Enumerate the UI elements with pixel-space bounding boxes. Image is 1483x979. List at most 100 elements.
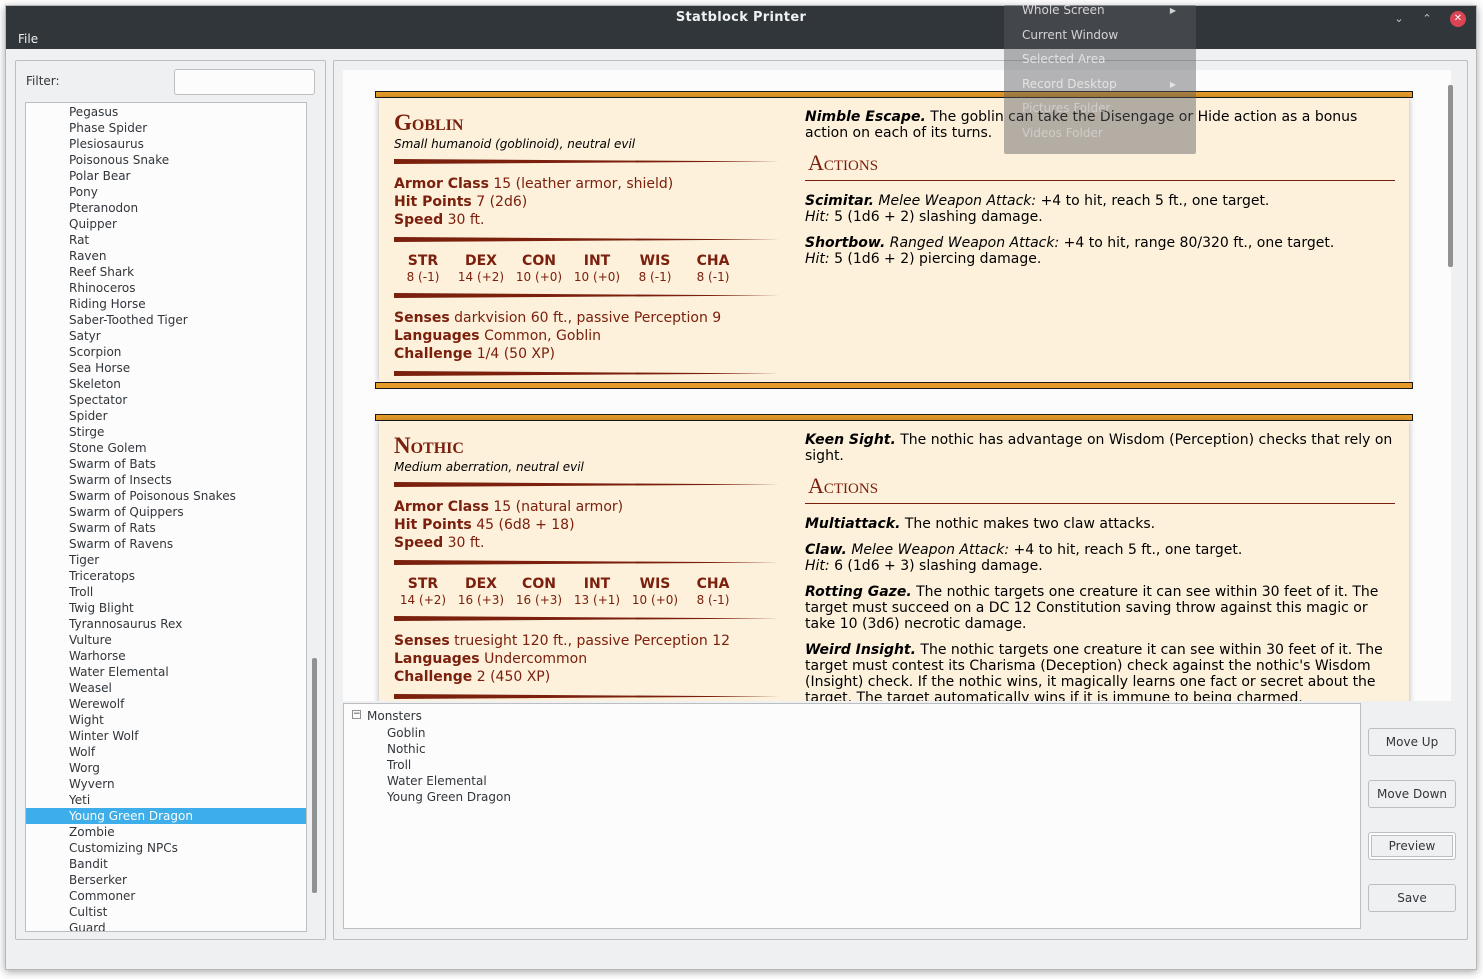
ability-con: CON 10 (+0) <box>515 253 563 284</box>
monster-list-item[interactable]: Wight <box>26 712 306 728</box>
monster-list-item[interactable]: Swarm of Insects <box>26 472 306 488</box>
monster-list-item[interactable]: Weasel <box>26 680 306 696</box>
monster-list-item[interactable]: Phase Spider <box>26 120 306 136</box>
submenu-arrow-icon: ▶ <box>1169 6 1176 15</box>
statblock-right-column: Keen Sight. The nothic has advantage on … <box>805 432 1395 701</box>
menu-item-record-desktop[interactable]: Record Desktop <box>1022 77 1117 91</box>
move-down-button[interactable]: Move Down <box>1368 780 1456 808</box>
monster-list-item[interactable]: Winter Wolf <box>26 728 306 744</box>
hit-points-line: Hit Points 7 (2d6) <box>394 194 528 210</box>
monster-list-item[interactable]: Worg <box>26 760 306 776</box>
monster-list-item[interactable]: Saber-Toothed Tiger <box>26 312 306 328</box>
monster-list-item[interactable]: Berserker <box>26 872 306 888</box>
window-title: Statblock Printer <box>675 10 807 25</box>
submenu-arrow-icon: ▶ <box>1169 80 1176 89</box>
menu-item-videos-folder[interactable]: Videos Folder <box>1022 126 1103 140</box>
monster-list-item[interactable]: Satyr <box>26 328 306 344</box>
monster-list-item[interactable]: Scorpion <box>26 344 306 360</box>
ability-cha: CHA 8 (-1) <box>696 253 730 284</box>
monster-list[interactable]: Pegasus Phase Spider Plesiosaurus Poisonous… <box>25 102 307 932</box>
monster-list-item[interactable]: Pony <box>26 184 306 200</box>
monster-list-item[interactable]: Swarm of Rats <box>26 520 306 536</box>
monster-list-item[interactable]: Plesiosaurus <box>26 136 306 152</box>
monster-list-item[interactable]: Wyvern <box>26 776 306 792</box>
ability-scores: STR 8 (-1) DEX 14 (+2) CON 10 (+0) INT 10 (+… <box>394 253 754 285</box>
monster-list-item[interactable]: Warhorse <box>26 648 306 664</box>
monster-name: Nothic <box>394 433 464 458</box>
monster-list-item[interactable]: Bandit <box>26 856 306 872</box>
menu-item-whole-screen[interactable]: Whole Screen <box>1022 3 1105 17</box>
monster-list-item[interactable]: Reef Shark <box>26 264 306 280</box>
monster-list-item[interactable]: Swarm of Ravens <box>26 536 306 552</box>
divider <box>394 159 780 164</box>
divider <box>394 371 780 376</box>
preview-button[interactable]: Preview <box>1368 832 1456 860</box>
title-bar[interactable]: Statblock Printer ⌄ ⌃ ✕ <box>6 6 1476 31</box>
move-up-button[interactable]: Move Up <box>1368 728 1456 756</box>
challenge-line: Challenge 1/4 (50 XP) <box>394 346 555 362</box>
monster-list-item[interactable]: Rat <box>26 232 306 248</box>
monster-list-item[interactable]: Sea Horse <box>26 360 306 376</box>
monster-list-item[interactable]: Triceratops <box>26 568 306 584</box>
monster-list-item[interactable]: Polar Bear <box>26 168 306 184</box>
monster-list-item[interactable]: Wolf <box>26 744 306 760</box>
monster-list-item[interactable]: Troll <box>26 584 306 600</box>
monster-list-item[interactable]: Twig Blight <box>26 600 306 616</box>
armor-class-line: Armor Class 15 (natural armor) <box>394 499 624 515</box>
menu-item-current-window[interactable]: Current Window <box>1022 28 1118 42</box>
preview-scrollbar[interactable] <box>1448 85 1453 267</box>
monster-list-item[interactable]: Swarm of Quippers <box>26 504 306 520</box>
tree-item[interactable]: Goblin <box>387 725 426 741</box>
monster-list-item[interactable]: Werewolf <box>26 696 306 712</box>
statblock-preview[interactable]: Goblin Small humanoid (goblinoid), neutr… <box>343 70 1451 701</box>
monster-list-item[interactable]: Tyrannosaurus Rex <box>26 616 306 632</box>
statblock-top-bar <box>375 91 1413 98</box>
menu-item-selected-area[interactable]: Selected Area <box>1022 52 1105 66</box>
monster-list-item[interactable]: Swarm of Poisonous Snakes <box>26 488 306 504</box>
tree-item[interactable]: Young Green Dragon <box>387 789 511 805</box>
tree-root-monsters[interactable]: Monsters <box>367 709 422 723</box>
ability-int: INT 10 (+0) <box>573 253 621 284</box>
monster-list-item[interactable]: Cultist <box>26 904 306 920</box>
menu-file[interactable]: File <box>18 32 38 46</box>
monster-list-item[interactable]: Tiger <box>26 552 306 568</box>
filter-input[interactable] <box>174 69 315 95</box>
monster-list-item[interactable]: Quipper <box>26 216 306 232</box>
monster-list-item[interactable]: Spectator <box>26 392 306 408</box>
monster-list-item[interactable]: Zombie <box>26 824 306 840</box>
ability-str: STR 14 (+2) <box>399 576 447 607</box>
selected-monsters-tree[interactable]: − Monsters Goblin Nothic Troll Water Ele… <box>343 703 1361 929</box>
monster-list-item[interactable]: Yeti <box>26 792 306 808</box>
monster-list-item[interactable]: Poisonous Snake <box>26 152 306 168</box>
ability-dex: DEX 16 (+3) <box>457 576 505 607</box>
monster-list-item[interactable]: Rhinoceros <box>26 280 306 296</box>
monster-list-item[interactable]: Customizing NPCs <box>26 840 306 856</box>
statblock-left-column: Goblin Small humanoid (goblinoid), neutr… <box>394 111 780 387</box>
monster-list-item[interactable]: Water Elemental <box>26 664 306 680</box>
statblock-body: Nothic Medium aberration, neutral evil A… <box>379 421 1409 701</box>
monster-list-item[interactable]: Spider <box>26 408 306 424</box>
monster-list-item[interactable]: Swarm of Bats <box>26 456 306 472</box>
monster-list-item[interactable]: Riding Horse <box>26 296 306 312</box>
monster-list-item[interactable]: Guard <box>26 920 306 931</box>
collapse-icon[interactable]: − <box>352 710 361 719</box>
close-icon[interactable]: ✕ <box>1450 11 1466 27</box>
save-button[interactable]: Save <box>1368 884 1456 912</box>
monster-list-item[interactable]: Raven <box>26 248 306 264</box>
minimize-icon[interactable]: ⌄ <box>1391 11 1407 27</box>
monster-list-item[interactable]: Young Green Dragon <box>26 808 306 824</box>
tree-item[interactable]: Water Elemental <box>387 773 487 789</box>
monster-list-item[interactable]: Skeleton <box>26 376 306 392</box>
monster-list-item[interactable]: Commoner <box>26 888 306 904</box>
maximize-icon[interactable]: ⌃ <box>1419 11 1435 27</box>
tree-item[interactable]: Troll <box>387 757 411 773</box>
menu-item-pictures-folder[interactable]: Pictures Folder <box>1022 101 1110 115</box>
monster-list-item[interactable]: Stone Golem <box>26 440 306 456</box>
monster-list-item[interactable]: Stirge <box>26 424 306 440</box>
monster-list-scrollbar[interactable] <box>312 658 317 893</box>
ability-cha: CHA 8 (-1) <box>696 576 730 607</box>
monster-list-item[interactable]: Vulture <box>26 632 306 648</box>
monster-list-item[interactable]: Pegasus <box>26 104 306 120</box>
tree-item[interactable]: Nothic <box>387 741 426 757</box>
monster-list-item[interactable]: Pteranodon <box>26 200 306 216</box>
